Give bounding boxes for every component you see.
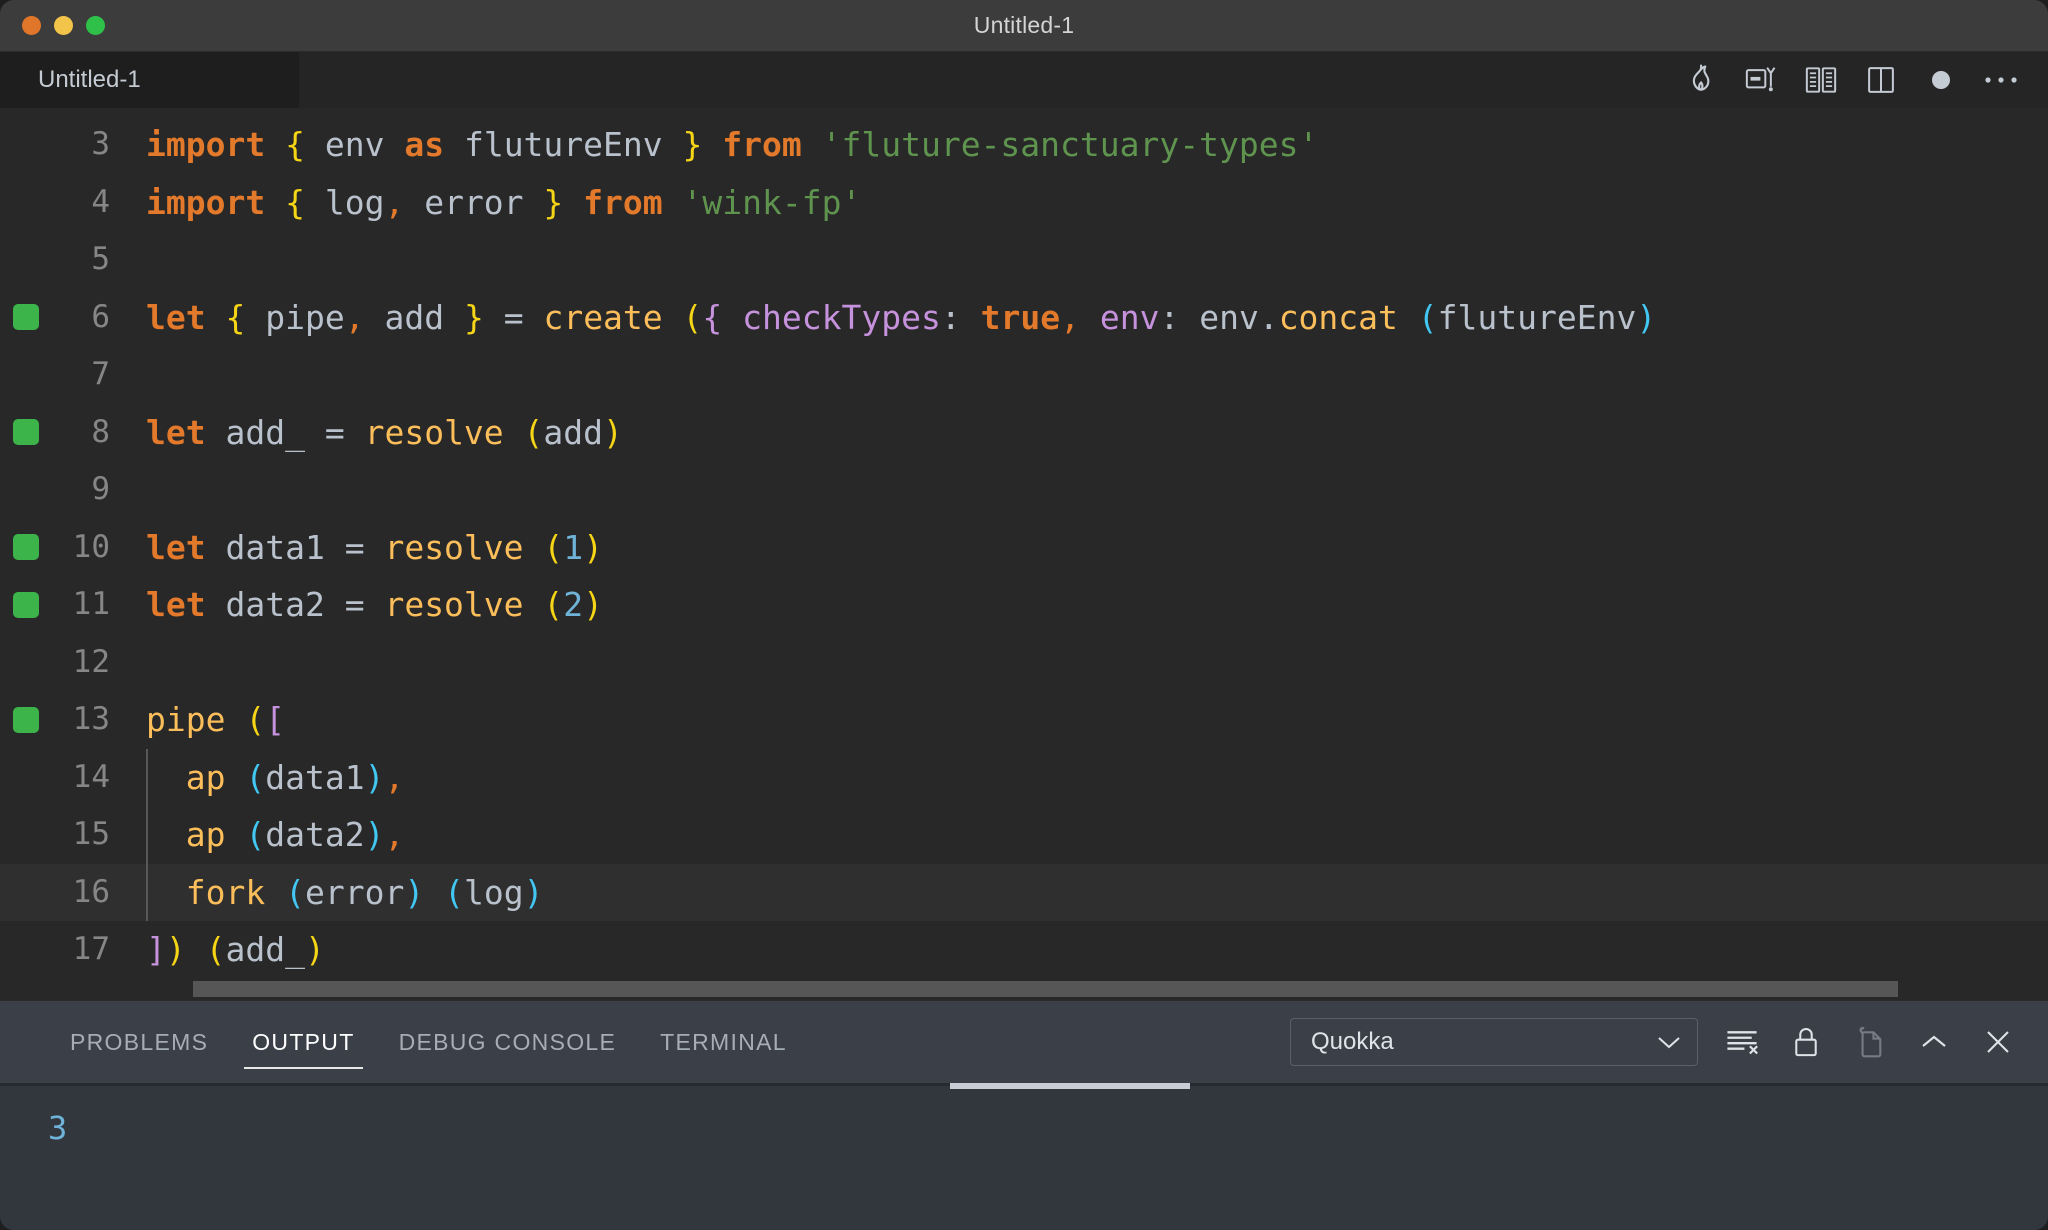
- line-content: ]) (add_): [146, 930, 325, 969]
- line-content: import { log, error } from 'wink-fp': [146, 182, 862, 222]
- editor-horizontal-scrollbar[interactable]: [0, 978, 2048, 1000]
- panel-actions: Quokka: [1290, 1018, 2018, 1066]
- line-number: 16: [72, 873, 110, 910]
- unsaved-dot-icon[interactable]: [1924, 63, 1958, 97]
- open-preview-icon[interactable]: [1804, 63, 1838, 97]
- line-number: 7: [91, 356, 110, 392]
- line-number: 3: [91, 126, 110, 162]
- panel-tab-output[interactable]: OUTPUT: [230, 1001, 376, 1083]
- window-title: Untitled-1: [973, 12, 1075, 38]
- open-in-editor-icon[interactable]: [1850, 1022, 1890, 1062]
- close-panel-icon[interactable]: [1978, 1022, 2018, 1062]
- quokka-run-marker: [13, 534, 39, 561]
- line-content: ap (data2),: [128, 806, 2048, 864]
- panel-tabs: PROBLEMS OUTPUT DEBUG CONSOLE TERMINAL: [48, 1001, 809, 1083]
- code-line[interactable]: 10 let data1 = resolve (1): [0, 519, 2048, 577]
- minimize-button[interactable]: [54, 16, 73, 35]
- quokka-run-marker: [13, 706, 39, 733]
- output-scrollbar-thumb[interactable]: [950, 1083, 1190, 1089]
- line-number: 12: [72, 643, 110, 680]
- indent-guide: [146, 748, 148, 806]
- quokka-run-marker: [13, 304, 39, 331]
- editor-actions: [1684, 52, 2048, 108]
- code-line[interactable]: 14 ap (data1),: [0, 748, 2048, 806]
- code-line[interactable]: 4 import { log, error } from 'wink-fp': [0, 174, 2048, 232]
- vscode-window: Untitled-1 Untitled-1 3 import {env as …: [0, 0, 2048, 1230]
- editor-horizontal-scrollbar-thumb[interactable]: [193, 981, 1898, 997]
- code-line[interactable]: 11 let data2 = resolve (2): [0, 576, 2048, 634]
- chevron-down-icon: [1655, 1033, 1683, 1051]
- clear-output-icon[interactable]: [1722, 1022, 1762, 1062]
- run-debug-icon[interactable]: [1744, 63, 1778, 97]
- line-content: let { pipe, add } = create ({ checkTypes…: [146, 297, 1657, 337]
- close-button[interactable]: [22, 16, 41, 35]
- code-line[interactable]: 13 pipe ([: [0, 691, 2048, 749]
- code-line[interactable]: 7: [0, 346, 2048, 404]
- traffic-lights: [0, 16, 105, 35]
- code-line[interactable]: 12: [0, 634, 2048, 692]
- lock-scroll-icon[interactable]: [1786, 1022, 1826, 1062]
- output-content[interactable]: 3: [0, 1083, 2048, 1230]
- line-number: 9: [91, 471, 110, 507]
- panel-tab-debug-console[interactable]: DEBUG CONSOLE: [377, 1001, 639, 1083]
- quokka-run-marker: [13, 591, 39, 618]
- output-channel-select[interactable]: Quokka: [1290, 1018, 1698, 1066]
- bottom-panel: PROBLEMS OUTPUT DEBUG CONSOLE TERMINAL Q…: [0, 1000, 2048, 1230]
- line-number: 17: [72, 931, 110, 967]
- panel-tab-terminal[interactable]: TERMINAL: [638, 1001, 809, 1083]
- line-number: 14: [72, 758, 110, 795]
- editor-tabbar: Untitled-1: [0, 52, 2048, 108]
- indent-guide: [146, 806, 148, 864]
- code-line[interactable]: 8 let add_ = resolve (add): [0, 404, 2048, 462]
- panel-header: PROBLEMS OUTPUT DEBUG CONSOLE TERMINAL Q…: [0, 1001, 2048, 1083]
- line-content: let data2 = resolve (2): [146, 585, 604, 624]
- panel-tab-label: PROBLEMS: [70, 1028, 209, 1055]
- code-line[interactable]: 5: [0, 231, 2048, 289]
- editor-tab-label: Untitled-1: [38, 66, 141, 93]
- editor-tab-untitled-1[interactable]: Untitled-1: [0, 52, 300, 108]
- window-titlebar: Untitled-1: [0, 0, 2048, 52]
- line-content: let data1 = resolve (1): [146, 527, 604, 567]
- panel-tab-label: OUTPUT: [252, 1028, 355, 1055]
- panel-tab-label: TERMINAL: [660, 1028, 787, 1055]
- quokka-flame-icon[interactable]: [1684, 63, 1718, 97]
- line-content: ap (data1),: [128, 748, 2048, 806]
- code-line[interactable]: 6 let { pipe, add } = create ({ checkTyp…: [0, 289, 2048, 347]
- line-content: import { env as flutureEnv } from 'flutu…: [146, 125, 1319, 164]
- code-line[interactable]: 17 ]) (add_): [0, 921, 2048, 979]
- line-number: 4: [91, 183, 110, 220]
- code-line[interactable]: 9: [0, 461, 2048, 519]
- line-number: 5: [91, 241, 110, 277]
- line-content: let add_ = resolve (add): [146, 412, 623, 452]
- indent-guide: [146, 863, 148, 921]
- output-line: 3: [48, 1109, 68, 1147]
- more-actions-icon[interactable]: [1984, 63, 2018, 97]
- code-editor[interactable]: 3 import { env as flutureEnv } from 'flu…: [0, 108, 2048, 1000]
- quokka-run-marker: [13, 419, 39, 446]
- line-content: fork (error) (log): [128, 863, 2048, 921]
- output-channel-value: Quokka: [1311, 1028, 1394, 1055]
- maximize-panel-icon[interactable]: [1914, 1022, 1954, 1062]
- line-content: pipe ([: [146, 700, 286, 739]
- code-line[interactable]: 3 import { env as flutureEnv } from 'flu…: [0, 116, 2048, 174]
- line-number: 15: [72, 816, 110, 852]
- code-line-active[interactable]: 16 fork (error) (log): [0, 863, 2048, 921]
- maximize-button[interactable]: [86, 16, 105, 35]
- panel-tab-label: DEBUG CONSOLE: [398, 1028, 617, 1055]
- split-editor-icon[interactable]: [1864, 63, 1898, 97]
- panel-tab-problems[interactable]: PROBLEMS: [48, 1001, 230, 1083]
- code-line[interactable]: 15 ap (data2),: [0, 806, 2048, 864]
